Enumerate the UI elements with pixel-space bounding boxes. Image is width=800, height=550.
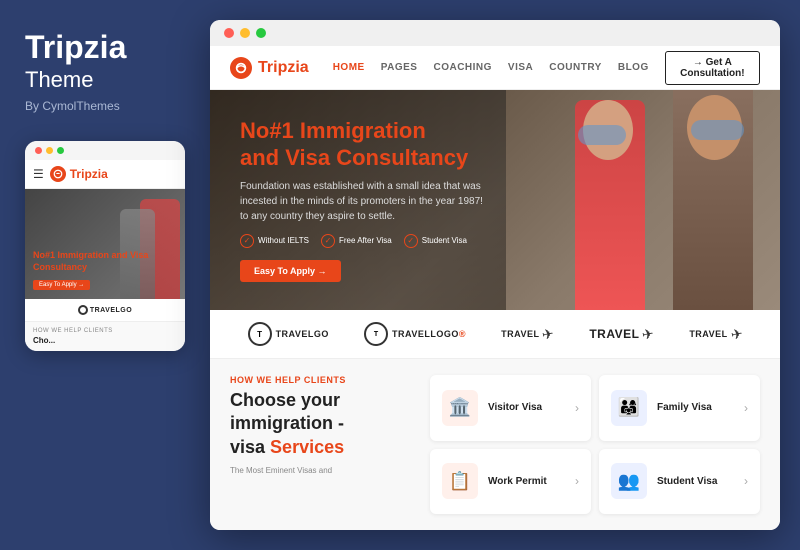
plane-icon-1: ✈ (541, 325, 556, 344)
mobile-logo-brand: TRAVELGO (78, 305, 132, 315)
student-visa-label: Student Visa (657, 476, 734, 487)
brand-by: By CymolThemes (25, 99, 120, 113)
mobile-logo-text: Tripzia (70, 167, 108, 181)
mobile-dot-yellow (46, 147, 53, 154)
hero-badges: ✓ Without IELTS ✓ Free After Visa ✓ Stud… (240, 234, 494, 248)
logo-travel-plane1: travel ✈ (501, 326, 554, 343)
services-section-title: Choose yourimmigration -visa Services (230, 389, 410, 459)
logos-strip: T TRAVELGO T Travellogo® travel ✈ Travel… (210, 310, 780, 359)
mobile-logo-icon (50, 166, 66, 182)
plane-icon-3: ✈ (729, 325, 744, 344)
mobile-logos-strip: TRAVELGO (25, 299, 185, 322)
browser-dot-yellow (240, 28, 250, 38)
services-grid: 🏛️ Visitor Visa › 👨‍👩‍👧 Family Visa › 📋 … (430, 375, 760, 514)
nav-home[interactable]: HOME (333, 62, 365, 73)
nav-country[interactable]: COUNTRY (549, 62, 602, 73)
site-logo-text: Tripzia (258, 59, 309, 77)
hero-title: No#1 Immigration and Visa Consultancy (240, 118, 494, 171)
visitor-visa-icon: 🏛️ (442, 390, 478, 426)
work-permit-arrow: › (575, 474, 579, 488)
work-permit-label: Work Permit (488, 476, 565, 487)
family-visa-label: Family Visa (657, 402, 734, 413)
hero-badge-student: ✓ Student Visa (404, 234, 467, 248)
mobile-brand-icon (78, 305, 88, 315)
left-sidebar: Tripzia Theme By CymolThemes ☰ Tripzia (0, 0, 200, 550)
nav-coaching[interactable]: COACHING (433, 62, 491, 73)
mobile-services: HOW WE HELP CLIENTS Cho... (25, 322, 185, 351)
mobile-dot-green (57, 147, 64, 154)
family-visa-arrow: › (744, 401, 748, 415)
site-hero: No#1 Immigration and Visa Consultancy Fo… (210, 90, 780, 310)
hero-badge-ielts: ✓ Without IELTS (240, 234, 309, 248)
consultation-button[interactable]: → Get A Consultation! (665, 51, 760, 85)
hero-description: Foundation was established with a small … (240, 179, 494, 224)
site-nav-links: HOME PAGES COACHING VISA COUNTRY BLOG (333, 62, 649, 73)
mobile-nav: ☰ Tripzia (25, 160, 185, 189)
mobile-hero-title: No#1 Immigration and Visa Consultancy (33, 250, 177, 273)
logo-travel-plain: Travel ✈ (589, 326, 654, 343)
services-left-panel: HOW WE HELP CLIENTS Choose yourimmigrati… (230, 375, 410, 514)
browser-dot-green (256, 28, 266, 38)
logo-travel-plane2: travel ✈ (689, 326, 742, 343)
check-icon-free-visa: ✓ (321, 234, 335, 248)
services-section: HOW WE HELP CLIENTS Choose yourimmigrati… (210, 359, 780, 530)
travelgo-icon: T (248, 322, 272, 346)
travellogo-icon: T (364, 322, 388, 346)
brand-title: Tripzia Theme (25, 30, 126, 93)
family-visa-icon: 👨‍👩‍👧 (611, 390, 647, 426)
student-visa-arrow: › (744, 474, 748, 488)
check-icon-ielts: ✓ (240, 234, 254, 248)
visitor-visa-arrow: › (575, 401, 579, 415)
services-section-label: HOW WE HELP CLIENTS (230, 375, 410, 385)
nav-visa[interactable]: VISA (508, 62, 533, 73)
hero-badge-free-visa: ✓ Free After Visa (321, 234, 392, 248)
service-card-work-permit[interactable]: 📋 Work Permit › (430, 449, 591, 515)
services-orange-word: Services (270, 437, 344, 457)
services-description: The Most Eminent Visas and (230, 465, 410, 476)
service-card-visitor-visa[interactable]: 🏛️ Visitor Visa › (430, 375, 591, 441)
service-card-student-visa[interactable]: 👥 Student Visa › (599, 449, 760, 515)
logo-travelgo: T TRAVELGO (248, 322, 329, 346)
mobile-mockup: ☰ Tripzia No#1 Immigration and Visa Cons… (25, 141, 185, 351)
browser-dot-red (224, 28, 234, 38)
site-navbar: Tripzia HOME PAGES COACHING VISA COUNTRY… (210, 46, 780, 90)
mobile-brand-text: TRAVELGO (90, 307, 132, 314)
mobile-dot-red (35, 147, 42, 154)
mobile-chrome (25, 141, 185, 160)
mobile-services-title: Cho... (33, 336, 177, 345)
mobile-services-label: HOW WE HELP CLIENTS (33, 328, 177, 334)
browser-window: Tripzia HOME PAGES COACHING VISA COUNTRY… (210, 20, 780, 530)
service-card-family-visa[interactable]: 👨‍👩‍👧 Family Visa › (599, 375, 760, 441)
mobile-hero: No#1 Immigration and Visa Consultancy Ea… (25, 189, 185, 299)
mobile-hero-btn: Easy To Apply → (33, 280, 90, 290)
nav-pages[interactable]: PAGES (381, 62, 418, 73)
site-logo: Tripzia (230, 57, 309, 79)
hero-content: No#1 Immigration and Visa Consultancy Fo… (210, 90, 524, 310)
check-icon-student: ✓ (404, 234, 418, 248)
work-permit-icon: 📋 (442, 463, 478, 499)
apply-button[interactable]: Easy To Apply → (240, 260, 341, 282)
plane-icon-2: ✈ (641, 325, 656, 344)
hero-people-area (506, 90, 780, 310)
hamburger-icon: ☰ (33, 167, 44, 181)
site-logo-icon (230, 57, 252, 79)
mobile-hero-content: No#1 Immigration and Visa Consultancy Ea… (33, 250, 177, 291)
nav-blog[interactable]: BLOG (618, 62, 649, 73)
browser-chrome (210, 20, 780, 46)
logo-travellogo: T Travellogo® (364, 322, 466, 346)
mobile-logo: Tripzia (50, 166, 108, 182)
visitor-visa-label: Visitor Visa (488, 402, 565, 413)
student-visa-icon: 👥 (611, 463, 647, 499)
